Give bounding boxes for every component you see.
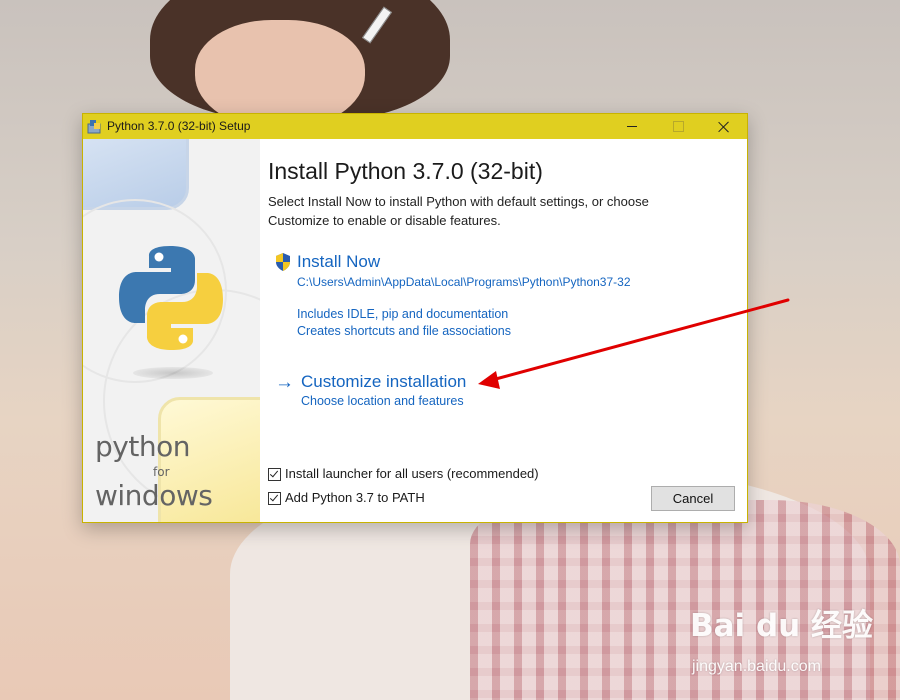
instructions-line-2: Customize to enable or disable features. — [268, 213, 501, 228]
page-title: Install Python 3.7.0 (32-bit) — [268, 158, 543, 184]
install-launcher-checkbox-row[interactable]: Install launcher for all users (recommen… — [268, 466, 588, 485]
brand-for-text: for — [153, 465, 170, 479]
install-now-detail-idle: Includes IDLE, pip and documentation — [297, 307, 509, 321]
baidu-jingyan-watermark: Bai du 经验 jingyan.baidu.com — [690, 600, 890, 690]
window-title: Python 3.7.0 (32-bit) Setup — [107, 119, 251, 133]
minimize-icon — [627, 126, 637, 127]
add-to-path-checkbox-row[interactable]: Add Python 3.7 to PATH — [268, 490, 468, 509]
add-to-path-label: Add Python 3.7 to PATH — [285, 490, 425, 505]
close-button[interactable] — [701, 114, 747, 139]
logo-shadow — [133, 367, 213, 379]
cancel-button[interactable]: Cancel — [651, 486, 735, 511]
customize-detail: Choose location and features — [301, 394, 464, 408]
instructions: Select Install Now to install Python wit… — [268, 192, 708, 230]
install-launcher-checkbox[interactable] — [268, 468, 281, 481]
install-now-label: Install Now — [297, 252, 381, 271]
python-for-windows-wordmark: python for windows — [95, 430, 213, 510]
install-path: C:\Users\Admin\AppData\Local\Programs\Py… — [297, 275, 631, 289]
setup-window: Python 3.7.0 (32-bit) Setup python for w… — [82, 113, 748, 523]
title-bar[interactable]: Python 3.7.0 (32-bit) Setup — [83, 114, 747, 139]
install-now-detail-shortcuts: Creates shortcuts and file associations — [297, 324, 511, 338]
python-setup-icon — [87, 120, 101, 134]
right-arrow-icon: → — [275, 372, 294, 393]
maximize-button[interactable] — [655, 114, 701, 139]
watermark-logo: Bai du 经验 — [690, 608, 874, 644]
maximize-icon — [672, 121, 684, 132]
sidebar-branding: python for windows — [83, 139, 260, 522]
minimize-button[interactable] — [609, 114, 655, 139]
install-launcher-label: Install launcher for all users (recommen… — [285, 466, 539, 481]
python-logo-icon — [119, 246, 223, 350]
customize-label: Customize installation — [301, 372, 467, 391]
brand-windows-text: windows — [95, 479, 213, 512]
watermark-url: jingyan.baidu.com — [692, 658, 821, 675]
instructions-line-1: Select Install Now to install Python wit… — [268, 194, 649, 209]
add-to-path-checkbox[interactable] — [268, 492, 281, 505]
customize-installation-option[interactable]: → Customize installation Choose location… — [273, 372, 573, 412]
brand-python-text: python — [95, 430, 190, 463]
close-icon — [718, 121, 730, 133]
uac-shield-icon — [276, 253, 290, 271]
